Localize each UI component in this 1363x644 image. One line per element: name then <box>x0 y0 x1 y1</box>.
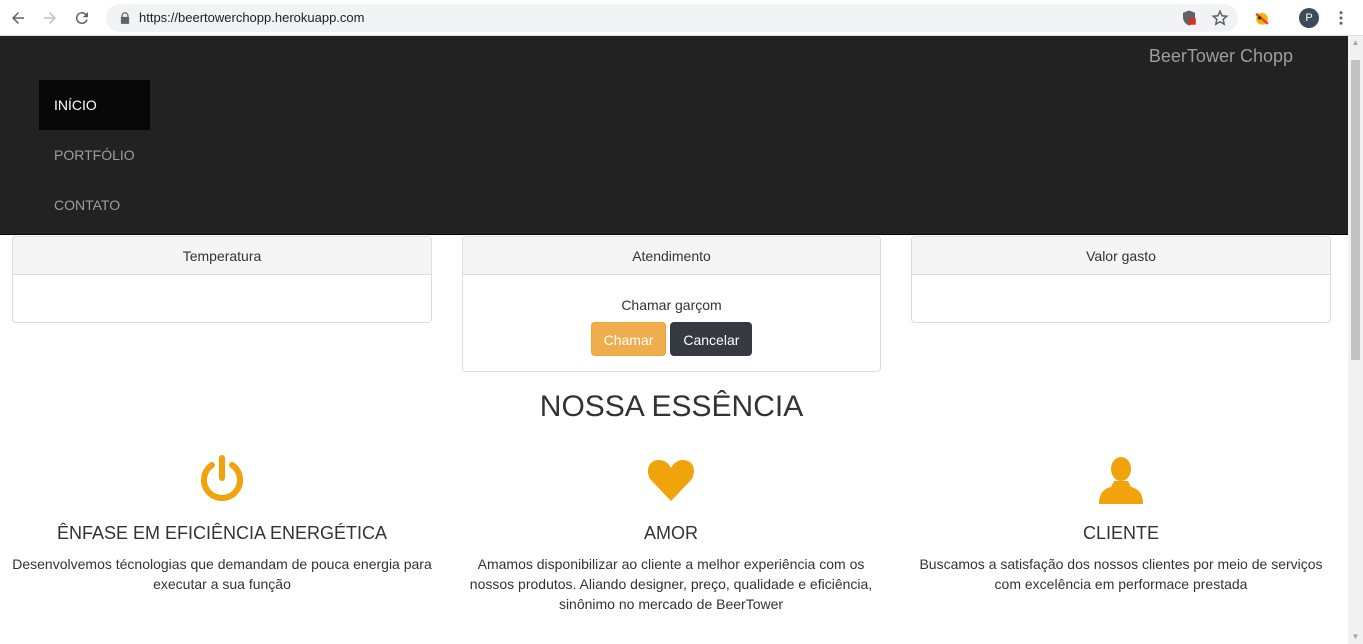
cancel-button[interactable]: Cancelar <box>670 322 753 356</box>
call-button[interactable]: Chamar <box>590 322 667 356</box>
profile-avatar[interactable]: P <box>1299 8 1319 28</box>
page-viewport: BeerTower Chopp INÍCIO PORTFÓLIO CONTATO… <box>0 36 1348 644</box>
nav-item-portfolio[interactable]: PORTFÓLIO <box>39 130 150 180</box>
spent-card-title: Valor gasto <box>912 237 1330 275</box>
service-card-body: Chamar garçom Chamar Cancelar <box>463 275 880 356</box>
feature-energy: ÊNFASE EM EFICIÊNCIA ENERGÉTICA Desenvol… <box>7 454 437 594</box>
service-card: Atendimento Chamar garçom Chamar Cancela… <box>462 236 881 372</box>
forward-icon[interactable] <box>38 6 62 30</box>
scroll-up-icon[interactable]: ▲ <box>1351 38 1360 47</box>
brand-name[interactable]: BeerTower Chopp <box>1149 46 1293 67</box>
bookmark-star-icon[interactable] <box>1211 9 1229 27</box>
service-card-title: Atendimento <box>463 237 880 275</box>
reload-icon[interactable] <box>70 6 94 30</box>
user-icon <box>1099 457 1143 504</box>
nav-item-contato[interactable]: CONTATO <box>39 180 150 230</box>
nav-item-inicio[interactable]: INÍCIO <box>39 80 150 130</box>
feature-energy-title: ÊNFASE EM EFICIÊNCIA ENERGÉTICA <box>56 523 388 543</box>
feature-love: AMOR Amamos disponibilizar ao cliente a … <box>456 454 886 614</box>
feature-love-title: AMOR <box>644 523 698 543</box>
feature-client: CLIENTE Buscamos a satisfação dos nossos… <box>906 454 1336 594</box>
power-icon <box>201 455 243 501</box>
call-waiter-label: Chamar garçom <box>621 297 722 313</box>
extension-icon[interactable] <box>1252 8 1272 28</box>
nav-menu: INÍCIO PORTFÓLIO CONTATO <box>39 80 150 230</box>
address-bar[interactable]: https://beertowerchopp.herokuapp.com <box>106 4 1238 32</box>
scrollbar-thumb[interactable] <box>1351 60 1360 360</box>
site-navbar: BeerTower Chopp INÍCIO PORTFÓLIO CONTATO <box>0 36 1348 235</box>
url-text: https://beertowerchopp.herokuapp.com <box>139 10 365 25</box>
essence-title: NOSSA ESSÊNCIA <box>539 390 804 423</box>
temperature-card: Temperatura <box>12 236 432 323</box>
service-button-row: Chamar Cancelar <box>463 322 880 356</box>
scroll-down-icon[interactable]: ▼ <box>1351 632 1360 641</box>
browser-toolbar: https://beertowerchopp.herokuapp.com P <box>0 0 1363 36</box>
page-scrollbar[interactable]: ▲ ▼ <box>1348 36 1363 644</box>
spent-card: Valor gasto <box>911 236 1331 323</box>
temperature-card-title: Temperatura <box>13 237 431 275</box>
more-menu-icon[interactable] <box>1332 9 1350 27</box>
feature-client-title: CLIENTE <box>1082 523 1160 543</box>
feature-client-text: Buscamos a satisfação dos nossos cliente… <box>919 556 1323 592</box>
feature-love-text: Amamos disponibilizar ao cliente a melho… <box>469 556 873 612</box>
back-icon[interactable] <box>6 6 30 30</box>
lock-icon <box>120 12 130 24</box>
heart-icon <box>647 460 695 501</box>
feature-energy-text: Desenvolvemos técnologias que demandam d… <box>12 556 432 592</box>
shield-blocked-icon[interactable] <box>1180 9 1198 27</box>
